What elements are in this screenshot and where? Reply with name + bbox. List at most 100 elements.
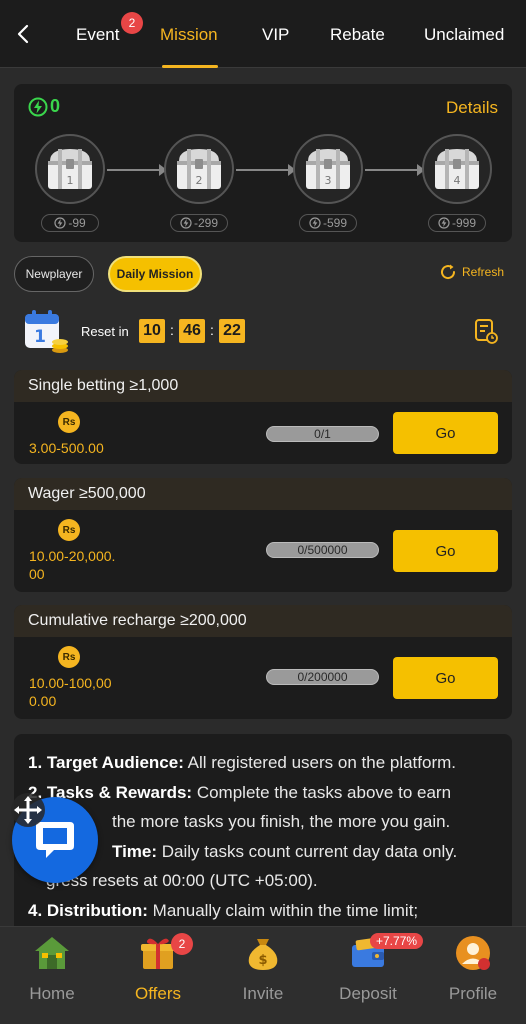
- lightning-icon: [28, 97, 48, 116]
- rule-text: All registered users on the platform.: [183, 753, 457, 772]
- rule-line: 2. Tasks & Rewards: Complete the tasks a…: [28, 778, 498, 808]
- energy-counter: 0: [28, 96, 60, 117]
- chest-connector: [365, 169, 419, 171]
- tab-mission[interactable]: Mission: [160, 25, 218, 45]
- chest-4[interactable]: 4: [422, 134, 492, 204]
- rule-text: Complete the tasks above to earn: [192, 782, 452, 802]
- rupee-coin-icon: Rs: [58, 519, 80, 541]
- details-link[interactable]: Details: [446, 98, 498, 118]
- rupee-coin-icon: Rs: [58, 646, 80, 668]
- task-title: Cumulative recharge ≥200,000: [14, 605, 512, 637]
- rule-line: gress resets at 00:00 (UTC +05:00).: [28, 866, 498, 896]
- task-title: Wager ≥500,000: [14, 478, 512, 510]
- task-progress: 0/500000: [266, 542, 379, 558]
- nav-home[interactable]: Home: [7, 933, 97, 1004]
- bottom-nav: Home 2 Offers $ Invite +7.77% Deposit Pr…: [0, 926, 526, 1024]
- active-tab-indicator: [162, 65, 218, 68]
- tab-vip[interactable]: VIP: [262, 25, 289, 45]
- refresh-label: Refresh: [462, 265, 505, 279]
- refresh-icon: [441, 264, 456, 280]
- nav-label: Offers: [135, 984, 181, 1003]
- chest-2[interactable]: 2: [164, 134, 234, 204]
- treasure-chest-icon: 3: [306, 149, 350, 189]
- lightning-icon: [309, 217, 321, 229]
- treasure-chest-icon: 4: [435, 149, 479, 189]
- chest-connector: [236, 169, 290, 171]
- treasure-chest-icon: 2: [177, 149, 221, 189]
- tab-rebate[interactable]: Rebate: [330, 25, 385, 45]
- event-badge: 2: [121, 12, 143, 34]
- nav-profile[interactable]: Profile: [428, 933, 518, 1004]
- rupee-coin-icon: Rs: [58, 411, 80, 433]
- calendar-icon: 1: [25, 310, 68, 353]
- chest-cost-value: -99: [68, 216, 86, 230]
- nav-label: Profile: [448, 984, 498, 1003]
- rule-text: Daily tasks count current day data only.: [157, 841, 458, 861]
- go-button[interactable]: Go: [393, 657, 498, 699]
- refresh-button[interactable]: Refresh: [438, 262, 504, 282]
- task-title: Single betting ≥1,000: [14, 370, 512, 402]
- nav-label: Deposit: [339, 984, 397, 1003]
- lightning-icon: [438, 217, 450, 229]
- daily-mission-filter[interactable]: Daily Mission: [108, 256, 202, 292]
- rule-heading: Time:: [112, 841, 158, 861]
- svg-text:$: $: [258, 953, 267, 968]
- nav-label: Invite: [242, 984, 284, 1003]
- deposit-bonus-tag: +7.77%: [370, 933, 424, 949]
- task-reward: 3.00-500.00: [29, 440, 104, 456]
- rule-line: the more tasks you finish, the more you …: [28, 807, 498, 837]
- nav-offers[interactable]: 2 Offers: [113, 933, 203, 1004]
- timer-minutes: 46: [179, 319, 205, 343]
- chest-cost: -599: [299, 214, 357, 232]
- profile-icon: [456, 936, 490, 970]
- task-progress: 0/1: [266, 426, 379, 442]
- money-bag-icon: $: [248, 939, 278, 970]
- chest-panel: 0 Details 1 2 3 4 -99 -299 -599 -999: [14, 84, 512, 242]
- chest-1[interactable]: 1: [35, 134, 105, 204]
- chest-number: 2: [196, 174, 203, 187]
- go-button[interactable]: Go: [393, 412, 498, 454]
- chest-cost-value: -999: [451, 216, 477, 230]
- svg-text:1: 1: [34, 327, 46, 347]
- chest-cost: -299: [170, 214, 228, 232]
- lightning-icon: [180, 217, 192, 229]
- timer-hours: 10: [139, 319, 165, 343]
- rule-line: 4. Distribution: Manually claim within t…: [28, 896, 498, 926]
- chest-connector: [107, 169, 161, 171]
- task-reward: 10.00-20,000.00: [29, 548, 116, 582]
- task-card: Wager ≥500,000 Rs 10.00-20,000.00 0/5000…: [14, 478, 512, 592]
- task-card: Single betting ≥1,000 Rs 3.00-500.00 0/1…: [14, 370, 512, 464]
- offers-badge: 2: [171, 933, 193, 955]
- rule-text: gress resets at 00:00 (UTC +05:00).: [46, 871, 318, 890]
- treasure-chest-icon: 1: [48, 149, 92, 189]
- energy-value: 0: [50, 96, 61, 116]
- chest-cost: -99: [41, 214, 99, 232]
- task-reward: 10.00-100,000.00: [29, 675, 112, 709]
- newplayer-filter[interactable]: Newplayer: [14, 256, 94, 292]
- chest-number: 3: [325, 174, 332, 187]
- rule-heading: 4. Distribution:: [28, 900, 148, 920]
- chest-cost: -999: [428, 214, 486, 232]
- reset-label: Reset in: [81, 324, 129, 339]
- lightning-icon: [54, 217, 66, 229]
- drag-move-icon[interactable]: [8, 790, 48, 830]
- nav-deposit[interactable]: +7.77% Deposit: [323, 933, 424, 1004]
- timer-colon: :: [210, 322, 214, 338]
- task-card: Cumulative recharge ≥200,000 Rs 10.00-10…: [14, 605, 512, 719]
- nav-invite[interactable]: $ Invite: [218, 933, 308, 1004]
- history-record-icon[interactable]: [474, 318, 498, 344]
- task-progress: 0/200000: [266, 669, 379, 685]
- back-arrow-icon[interactable]: [12, 22, 36, 46]
- tab-event[interactable]: Event: [76, 25, 119, 45]
- tab-unclaimed[interactable]: Unclaimed: [424, 25, 504, 45]
- home-icon: [35, 937, 69, 969]
- go-button[interactable]: Go: [393, 530, 498, 572]
- rule-heading: 1. Target Audience:: [28, 753, 184, 772]
- timer-seconds: 22: [219, 319, 245, 343]
- chest-number: 4: [454, 174, 461, 187]
- chest-3[interactable]: 3: [293, 134, 363, 204]
- rule-text: the more tasks you finish, the more you …: [112, 812, 451, 831]
- top-nav: Event 2 Mission VIP Rebate Unclaimed: [0, 0, 526, 68]
- chest-cost-value: -599: [322, 216, 348, 230]
- rule-line: 1. Target Audience: All registered users…: [28, 748, 498, 778]
